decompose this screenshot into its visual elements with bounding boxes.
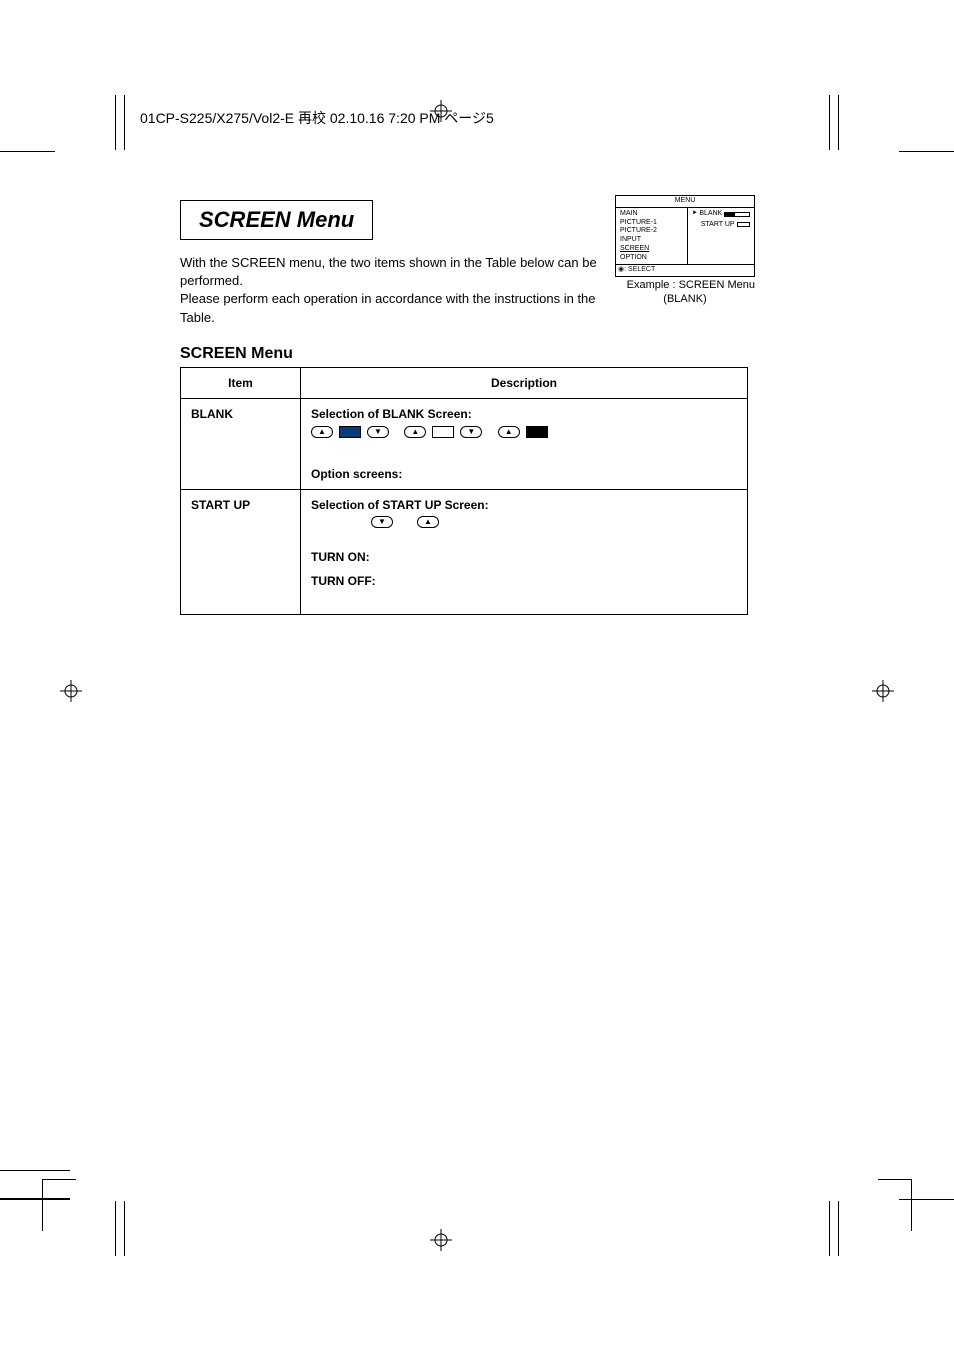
item-startup: START UP: [181, 489, 301, 614]
table-row: BLANK Selection of BLANK Screen: ▲ ▼ ▲ ▼…: [181, 398, 748, 489]
option-screens-label: Option screens:: [311, 467, 737, 481]
osd-left-item: PICTURE-2: [620, 227, 683, 236]
osd-example: MENU MAIN PICTURE-1 PICTURE-2 INPUT SCRE…: [615, 195, 755, 305]
up-button-icon: ▲: [404, 426, 426, 438]
table-row: START UP Selection of START UP Screen: ▼…: [181, 489, 748, 614]
registration-mark-right: [872, 680, 894, 702]
down-button-icon: ▼: [460, 426, 482, 438]
osd-select-hint: ◉: SELECT: [616, 264, 754, 276]
osd-value-bar: [737, 222, 750, 227]
desc-startup: Selection of START UP Screen: ▼ ▲ TURN O…: [301, 489, 748, 614]
desc-blank: Selection of BLANK Screen: ▲ ▼ ▲ ▼ ▲ Opt…: [301, 398, 748, 489]
osd-cursor-icon: ⯈: [692, 210, 698, 219]
down-button-icon: ▼: [367, 426, 389, 438]
up-button-icon: ▲: [311, 426, 333, 438]
intro-line-1: With the SCREEN menu, the two items show…: [180, 254, 600, 290]
startup-selection-heading: Selection of START UP Screen:: [311, 498, 737, 512]
col-description: Description: [301, 367, 748, 398]
osd-left-item: PICTURE-1: [620, 219, 683, 228]
intro-line-2: Please perform each operation in accorda…: [180, 290, 600, 326]
osd-left-item-selected: SCREEN: [620, 245, 683, 254]
blue-swatch: [339, 426, 361, 438]
blank-selection-heading: Selection of BLANK Screen:: [311, 407, 737, 421]
registration-mark-left: [60, 680, 82, 702]
up-button-icon: ▲: [417, 516, 439, 528]
screen-menu-table: Item Description BLANK Selection of BLAN…: [180, 367, 748, 615]
item-blank: BLANK: [181, 398, 301, 489]
blank-icon-sequence: ▲ ▼ ▲ ▼ ▲: [311, 425, 737, 439]
osd-caption-line1: Example : SCREEN Menu: [615, 279, 755, 291]
corner-bracket-bl: [42, 1179, 76, 1231]
osd-menu-title: MENU: [616, 196, 754, 208]
osd-caption-line2: (BLANK): [615, 293, 755, 305]
osd-right-item: BLANK: [699, 210, 722, 219]
osd-left-item: INPUT: [620, 236, 683, 245]
running-header: 01CP-S225/X275/Vol2-E 再校 02.10.16 7:20 P…: [140, 108, 494, 128]
osd-left-item: MAIN: [620, 210, 683, 219]
turn-off-label: TURN OFF:: [311, 574, 737, 588]
osd-left-item: OPTION: [620, 254, 683, 263]
osd-right-item: START UP: [701, 221, 735, 230]
table-heading: SCREEN Menu: [180, 345, 760, 363]
white-swatch: [432, 426, 454, 438]
section-title: SCREEN Menu: [199, 207, 354, 232]
corner-bracket-br: [878, 1179, 912, 1231]
osd-left-column: MAIN PICTURE-1 PICTURE-2 INPUT SCREEN OP…: [616, 208, 688, 265]
section-title-box: SCREEN Menu: [180, 200, 373, 240]
registration-mark-bottom: [430, 1229, 452, 1251]
turn-on-label: TURN ON:: [311, 550, 737, 564]
down-button-icon: ▼: [371, 516, 393, 528]
up-button-icon: ▲: [498, 426, 520, 438]
osd-right-column: ⯈ BLANK START UP: [688, 208, 754, 265]
black-swatch: [526, 426, 548, 438]
osd-value-bar: [724, 212, 750, 217]
col-item: Item: [181, 367, 301, 398]
